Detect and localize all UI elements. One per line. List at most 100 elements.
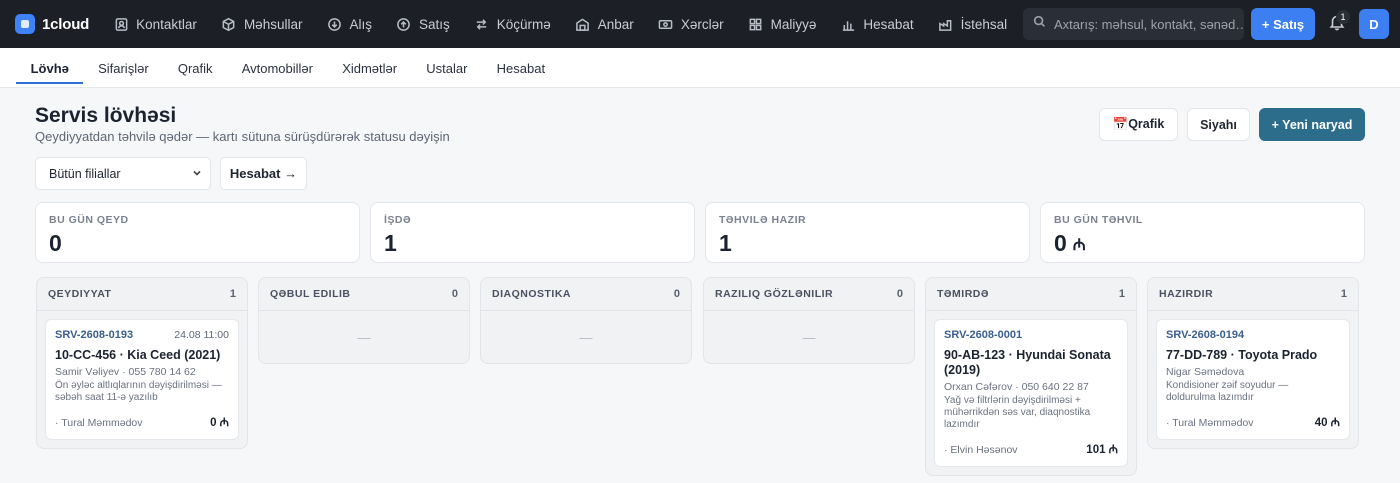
- search-box[interactable]: [1023, 8, 1244, 40]
- column-count: 0: [896, 288, 903, 300]
- order-sum: 0 ₼: [210, 417, 229, 429]
- page-title: Servis lövhəsi: [35, 104, 177, 127]
- notification-count-badge: 1: [1336, 10, 1350, 24]
- top-navbar: 1cloud Kontaktlar Məhsullar Alış Satış K…: [0, 0, 1400, 48]
- order-date: 24.08 11:00: [174, 329, 229, 341]
- nav-item-warehouse[interactable]: Anbar: [563, 0, 646, 48]
- new-work-order-button[interactable]: + Yeni naryad: [1259, 108, 1365, 141]
- bar-chart-icon: [840, 16, 856, 32]
- search-input[interactable]: [1054, 16, 1244, 32]
- car-info: 77-DD-789 · Toyota Prado: [1166, 348, 1318, 362]
- client-info: Nigar Səmədova: [1166, 366, 1245, 378]
- tab-services[interactable]: Xidmətlər: [328, 48, 412, 88]
- column-title: Hazırdır: [1159, 288, 1214, 300]
- tab-board[interactable]: Lövhə: [16, 48, 84, 88]
- stat-label: Bu gün təhvil: [1054, 214, 1143, 226]
- nav-item-sales[interactable]: Satış: [384, 0, 462, 48]
- brand[interactable]: 1cloud: [15, 14, 89, 34]
- assigned-master: · Tural Məmmədov: [1166, 416, 1254, 429]
- column-header: Razılıq gözlənilir 0: [704, 278, 914, 311]
- factory-icon: [938, 16, 954, 32]
- tab-report[interactable]: Hesabat: [482, 48, 560, 88]
- column-count: 1: [1118, 288, 1125, 300]
- order-number: SRV-2608-0194: [1166, 329, 1245, 341]
- nav-label: Məhsullar: [243, 16, 303, 32]
- column-count: 0: [673, 288, 680, 300]
- column-count: 0: [451, 288, 458, 300]
- stat-value: 1: [719, 230, 732, 256]
- nav-item-transfer[interactable]: Köçürmə: [462, 0, 563, 48]
- tab-cars[interactable]: Avtomobillər: [227, 48, 327, 88]
- nav-label: Köçürmə: [496, 16, 551, 32]
- nav-item-production[interactable]: İstehsal: [926, 0, 1020, 48]
- stat-card-today-delivered: Bu gün təhvil 0 ₼: [1040, 202, 1365, 263]
- upload-circle-icon: [396, 16, 412, 32]
- stat-value: 1: [384, 230, 397, 256]
- stat-label: İşdə: [384, 214, 412, 226]
- column-empty-placeholder: —: [802, 329, 816, 345]
- column-title: Razılıq gözlənilir: [715, 288, 834, 300]
- search-icon: [1033, 15, 1046, 33]
- nav-label: Kontaktlar: [136, 16, 197, 32]
- brand-name: 1cloud: [42, 15, 90, 33]
- work-order-card[interactable]: SRV-2608-0193 24.08 11:00 10-CC-456 · Ki…: [45, 319, 239, 440]
- kanban-column-diagnostics: Diaqnostika 0 —: [480, 277, 692, 364]
- stat-value: 0: [49, 230, 62, 256]
- nav-label: Alış: [349, 16, 372, 32]
- order-sum: 101 ₼: [1086, 444, 1118, 456]
- stat-value: 0 ₼: [1054, 230, 1086, 256]
- kanban-column-accepted: Qəbul edilib 0 —: [258, 277, 470, 364]
- order-description: Ön əyləc altlıqlarının dəyişdirilməsi — …: [55, 380, 222, 403]
- report-link-button[interactable]: Hesabat →: [220, 157, 307, 190]
- user-avatar[interactable]: D: [1359, 9, 1389, 39]
- work-order-card[interactable]: SRV-2608-0194 77-DD-789 · Toyota Prado N…: [1156, 319, 1350, 440]
- nav-item-contacts[interactable]: Kontaktlar: [101, 0, 209, 48]
- nav-label: Maliyyə: [770, 16, 817, 32]
- download-circle-icon: [326, 16, 342, 32]
- tab-schedule[interactable]: Qrafik: [163, 48, 227, 88]
- currency-manat: ₼: [1072, 236, 1086, 254]
- column-header: Diaqnostika 0: [481, 278, 691, 311]
- schedule-button[interactable]: 📅Qrafik: [1099, 108, 1178, 141]
- box-icon: [221, 16, 237, 32]
- order-description: Kondisioner zəif soyudur — doldurulma la…: [1166, 380, 1289, 403]
- assigned-master: · Tural Məmmədov: [55, 416, 143, 429]
- column-title: Diaqnostika: [492, 288, 571, 300]
- nav-item-finance[interactable]: Maliyyə: [736, 0, 829, 48]
- nav-item-products[interactable]: Məhsullar: [209, 0, 315, 48]
- warehouse-icon: [575, 16, 591, 32]
- client-info: Orxan Cəfərov · 050 640 22 87: [944, 381, 1089, 393]
- service-tabs: Lövhə Sifarişlər Qrafik Avtomobillər Xid…: [0, 48, 1400, 88]
- column-count: 1: [229, 288, 236, 300]
- stat-card-ready-for-delivery: Təhvilə hazır 1: [705, 202, 1030, 263]
- nav-item-purchase[interactable]: Alış: [314, 0, 384, 48]
- work-order-card[interactable]: SRV-2608-0001 90-AB-123 · Hyundai Sonata…: [934, 319, 1128, 467]
- stat-label: Təhvilə hazır: [719, 214, 807, 226]
- kanban-column-registration: Qeydiyyat 1 SRV-2608-0193 24.08 11:00 10…: [36, 277, 248, 449]
- column-header: Hazırdır 1: [1148, 278, 1358, 311]
- list-view-button[interactable]: Siyahı: [1187, 108, 1250, 141]
- assigned-master: · Elvin Həsənov: [944, 443, 1018, 456]
- branch-select-value: Bütün filiallar: [49, 166, 121, 181]
- client-info: Samir Vəliyev · 055 780 14 62: [55, 366, 196, 378]
- chevron-down-icon: [192, 167, 202, 181]
- main-nav: Kontaktlar Məhsullar Alış Satış Köçürmə …: [101, 0, 1111, 48]
- tab-orders[interactable]: Sifarişlər: [83, 48, 163, 88]
- nav-item-reports[interactable]: Hesabat: [828, 0, 925, 48]
- column-empty-placeholder: —: [357, 329, 371, 345]
- nav-label: Satış: [418, 16, 450, 32]
- column-header: Qəbul edilib 0: [259, 278, 469, 311]
- column-title: Qəbul edilib: [270, 288, 351, 300]
- page-subtitle: Qeydiyyatdan təhvilə qədər — kartı sütun…: [35, 129, 450, 144]
- column-header: Təmirdə 1: [926, 278, 1136, 311]
- order-sum: 40 ₼: [1314, 417, 1340, 429]
- brand-logo-icon: [15, 14, 35, 34]
- nav-label: Hesabat: [863, 16, 914, 32]
- tab-masters[interactable]: Ustalar: [412, 48, 482, 88]
- nav-label: Xərclər: [680, 16, 724, 32]
- new-sale-button[interactable]: + Satış: [1251, 8, 1315, 40]
- branch-select[interactable]: Bütün filiallar: [35, 157, 211, 190]
- nav-label: Anbar: [597, 16, 634, 32]
- kanban-column-ready: Hazırdır 1 SRV-2608-0194 77-DD-789 · Toy…: [1147, 277, 1359, 449]
- nav-item-expenses[interactable]: Xərclər: [646, 0, 736, 48]
